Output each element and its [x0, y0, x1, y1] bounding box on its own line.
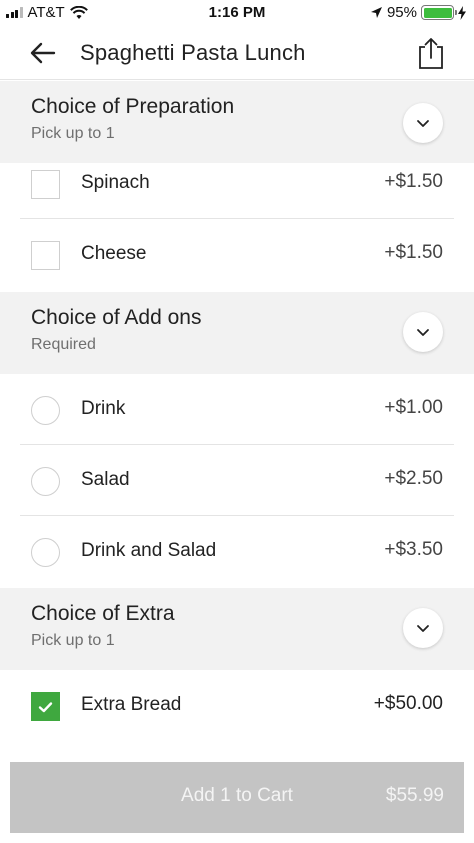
checkmark-icon [38, 701, 53, 712]
section-subtitle: Pick up to 1 [31, 125, 115, 142]
chevron-down-icon [417, 119, 429, 127]
status-bar: AT&T 1:16 PM 95% [0, 0, 474, 26]
section-title: Choice of Add ons [31, 306, 202, 329]
section-subtitle: Required [31, 336, 96, 353]
section-subtitle: Pick up to 1 [31, 632, 115, 649]
share-button[interactable] [416, 36, 446, 70]
section-title: Choice of Preparation [31, 95, 235, 118]
option-checkbox[interactable] [31, 241, 60, 270]
nav-header: Spaghetti Pasta Lunch [0, 26, 474, 80]
battery-percent: 95% [386, 4, 417, 21]
option-checkbox[interactable] [31, 170, 60, 199]
section-title: Choice of Extra [31, 602, 175, 625]
option-price: +$1.00 [384, 397, 443, 418]
option-price: +$1.50 [384, 171, 443, 192]
option-row-salad[interactable]: Salad +$2.50 [0, 445, 474, 516]
status-right: 95% [370, 4, 466, 21]
option-row-drink[interactable]: Drink +$1.00 [0, 374, 474, 445]
option-row-spinach[interactable]: Spinach +$1.50 [0, 148, 474, 219]
option-row-extra-bread[interactable]: Extra Bread +$50.00 [0, 670, 474, 741]
option-label: Drink and Salad [81, 540, 217, 561]
chevron-down-icon [417, 328, 429, 336]
option-price: +$3.50 [384, 539, 443, 560]
charging-bolt-icon [458, 5, 466, 20]
option-radio[interactable] [31, 538, 60, 567]
cart-total-price: $55.99 [385, 785, 444, 806]
option-row-cheese[interactable]: Cheese +$1.50 [0, 219, 474, 290]
page-title: Spaghetti Pasta Lunch [80, 40, 306, 65]
option-label: Salad [81, 469, 130, 490]
option-label: Spinach [81, 172, 150, 193]
option-label: Cheese [81, 243, 147, 264]
option-price: +$50.00 [373, 693, 443, 714]
section-header-extra: Choice of Extra Pick up to 1 [0, 588, 474, 670]
location-arrow-icon [370, 7, 382, 18]
chevron-down-icon [417, 624, 429, 632]
option-label: Extra Bread [81, 694, 182, 715]
option-label: Drink [81, 398, 126, 419]
option-price: +$1.50 [384, 242, 443, 263]
bottom-bar: Add 1 to Cart $55.99 [0, 743, 474, 843]
section-header-add-ons: Choice of Add ons Required [0, 292, 474, 374]
option-radio[interactable] [31, 396, 60, 425]
option-row-drink-and-salad[interactable]: Drink and Salad +$3.50 [0, 516, 474, 587]
add-to-cart-button[interactable]: Add 1 to Cart $55.99 [10, 762, 464, 833]
battery-icon [421, 5, 457, 20]
collapse-button[interactable] [403, 103, 443, 143]
back-arrow-icon [30, 42, 56, 64]
option-price: +$2.50 [384, 468, 443, 489]
collapse-button[interactable] [403, 608, 443, 648]
collapse-button[interactable] [403, 312, 443, 352]
back-button[interactable] [26, 38, 62, 68]
share-icon [419, 38, 443, 69]
option-checkbox-checked[interactable] [31, 692, 60, 721]
option-radio[interactable] [31, 467, 60, 496]
